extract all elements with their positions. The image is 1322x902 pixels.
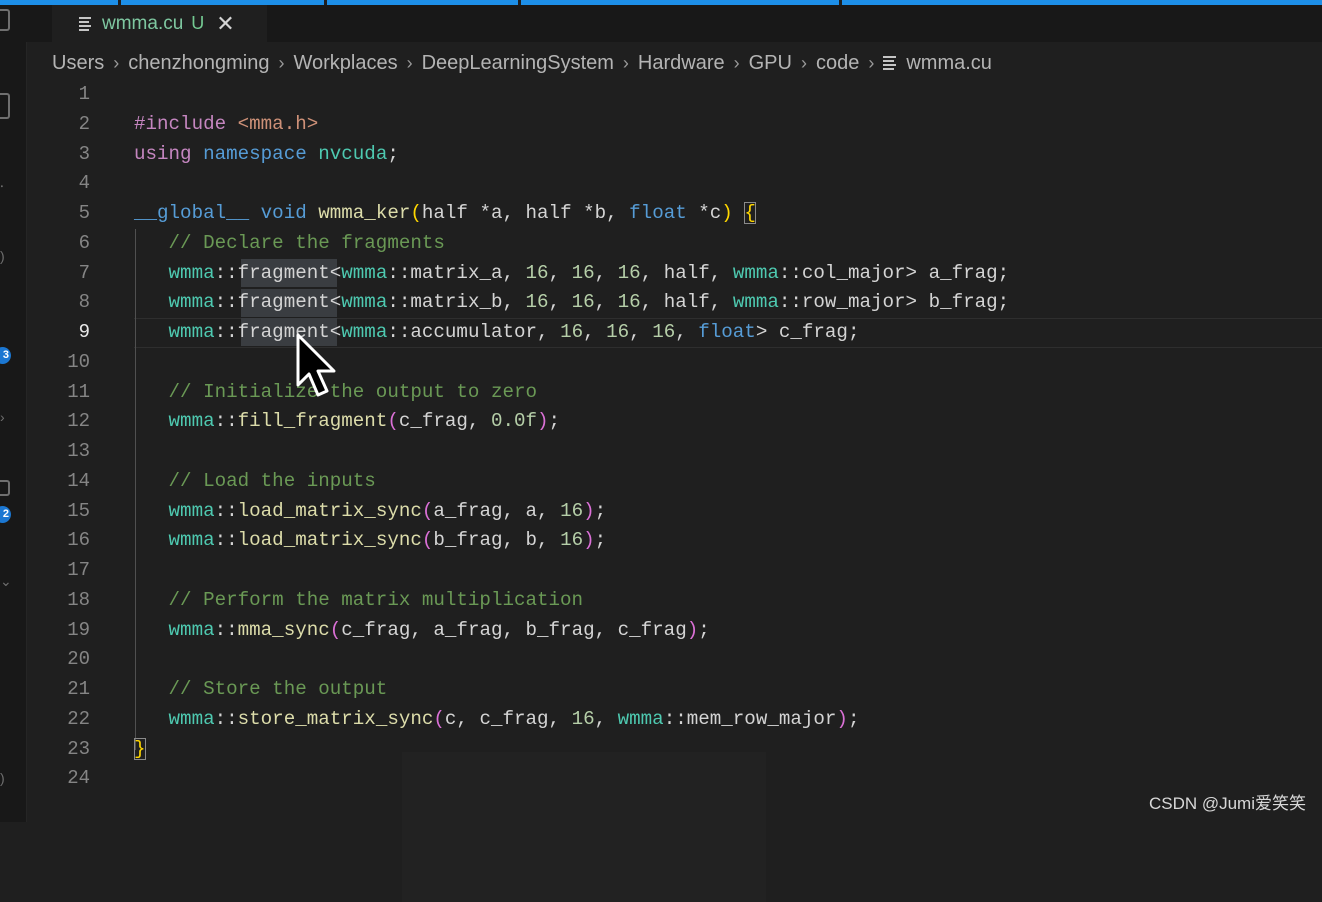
mouse-pointer-icon	[296, 333, 336, 397]
breadcrumb-item[interactable]: DeepLearningSystem	[422, 52, 614, 75]
faded-overlay	[402, 752, 766, 902]
tab-bar: wmma.cu U ✕	[26, 5, 1322, 42]
breadcrumb-item[interactable]: Workplaces	[293, 52, 397, 75]
chevron-right-icon: ›	[868, 52, 875, 73]
code-line: wmma::fragment<wmma::matrix_b, 16, 16, 1…	[168, 291, 1010, 314]
notification-badge: 3	[0, 347, 11, 364]
code-line-active: wmma::fragment<wmma::accumulator, 16, 16…	[168, 321, 860, 343]
code-line: wmma::fill_fragment(c_frag, 0.0f);	[168, 410, 561, 433]
code-line: wmma::load_matrix_sync(a_frag, a, 16);	[168, 499, 607, 522]
tab-filename: wmma.cu	[102, 12, 184, 34]
chevron-right-icon: ›	[622, 52, 629, 73]
code-line: wmma::fragment<wmma::matrix_a, 16, 16, 1…	[168, 261, 1010, 284]
line-number: 18	[67, 588, 90, 611]
breadcrumb-item[interactable]: GPU	[749, 52, 792, 75]
watermark: CSDN @Jumi爱笑笑	[1148, 794, 1306, 813]
tab-wmma-cu[interactable]: wmma.cu U ✕	[52, 5, 267, 42]
run-debug-icon[interactable]: )	[0, 248, 5, 264]
code-line: // Load the inputs	[168, 469, 376, 492]
chevron-down-icon[interactable]: ⌄	[0, 573, 12, 590]
line-number: 17	[67, 559, 90, 581]
file-lines-icon	[79, 15, 91, 33]
file-lines-icon	[883, 54, 897, 72]
code-line: __global__ void wmma_ker(half *a, half *…	[134, 202, 756, 224]
line-number: 6	[78, 231, 90, 254]
breadcrumb-item[interactable]: Users	[52, 52, 104, 75]
line-number: 22	[67, 707, 90, 730]
source-control-icon[interactable]: ⸱	[0, 177, 4, 196]
chevron-right-icon: ›	[278, 52, 285, 73]
breadcrumb-item[interactable]: Hardware	[638, 52, 725, 75]
code-line: using namespace nvcuda;	[134, 142, 399, 165]
line-number: 5	[78, 202, 90, 224]
line-number: 21	[67, 678, 90, 700]
line-number: 16	[67, 529, 90, 552]
breadcrumb-item[interactable]: chenzhongming	[128, 52, 269, 75]
chevron-right-icon: ›	[113, 52, 120, 73]
account-icon[interactable]: )	[0, 770, 5, 786]
line-number: 2	[78, 112, 90, 135]
code-line: #include <mma.h>	[134, 112, 319, 135]
line-number: 7	[78, 261, 90, 284]
breadcrumb-item[interactable]: code	[816, 52, 859, 75]
code-line: // Declare the fragments	[168, 231, 445, 254]
line-number: 3	[78, 142, 90, 165]
line-number: 14	[67, 469, 90, 492]
line-number: 10	[67, 350, 90, 373]
breadcrumb: Users › chenzhongming › Workplaces › DeepLe…	[52, 48, 992, 78]
line-number-active: 9	[78, 321, 90, 343]
code-line: wmma::load_matrix_sync(b_frag, b, 16);	[168, 529, 607, 552]
search-icon[interactable]	[0, 93, 10, 119]
code-line: }	[134, 737, 146, 760]
line-number: 13	[67, 440, 90, 462]
line-number: 11	[67, 380, 90, 403]
extensions-icon[interactable]	[0, 480, 10, 496]
line-number: 8	[78, 291, 90, 314]
code-editor[interactable]: 1 2 3 4 5 6 7 8 9 10 11 12 13 14 15 16 1…	[26, 80, 1322, 902]
chevron-right-icon[interactable]: ›	[0, 409, 5, 425]
line-number: 24	[67, 767, 90, 790]
explorer-icon[interactable]	[0, 9, 10, 31]
code-line: // Store the output	[168, 678, 388, 700]
line-number: 15	[67, 499, 90, 522]
line-number: 1	[78, 83, 90, 105]
extensions-badge: 2	[0, 506, 11, 523]
chevron-right-icon: ›	[406, 52, 413, 73]
chevron-right-icon: ›	[800, 52, 807, 73]
code-line: wmma::mma_sync(c_frag, a_frag, b_frag, c…	[168, 618, 710, 641]
code-line: wmma::store_matrix_sync(c, c_frag, 16, w…	[168, 707, 860, 730]
line-number: 12	[67, 410, 90, 433]
line-number: 19	[67, 618, 90, 641]
line-number: 4	[78, 172, 90, 195]
close-icon[interactable]: ✕	[216, 11, 234, 37]
untracked-badge: U	[191, 13, 205, 33]
chevron-right-icon: ›	[733, 52, 740, 73]
line-number: 20	[67, 648, 90, 671]
code-line: // Perform the matrix multiplication	[168, 588, 584, 611]
line-number: 23	[67, 737, 90, 760]
breadcrumb-item-file[interactable]: wmma.cu	[906, 52, 992, 75]
activity-bar: ⸱ ) 3 › 2 ⌄ )	[0, 5, 27, 822]
